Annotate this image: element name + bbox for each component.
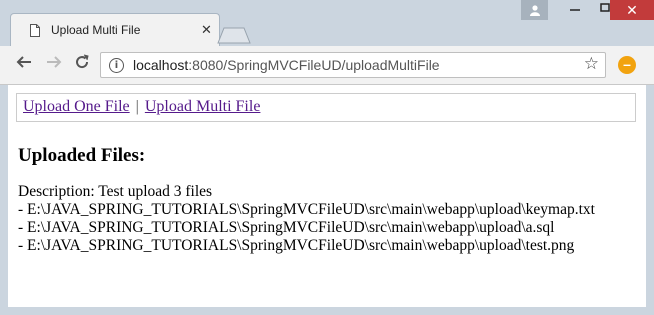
user-icon[interactable] xyxy=(521,0,548,20)
forward-icon[interactable] xyxy=(44,54,64,74)
nav-separator: | xyxy=(135,98,139,115)
browser-window: ✕ Upload Multi File ✕ i localhost:8080/S… xyxy=(0,0,654,315)
page-heading: Uploaded Files: xyxy=(18,145,146,166)
reload-icon[interactable] xyxy=(72,54,92,74)
url-path: :8080/SpringMVCFileUD/uploadMultiFile xyxy=(188,57,440,73)
page-icon xyxy=(30,24,40,37)
new-tab-button[interactable] xyxy=(217,27,251,44)
upload-one-file-link[interactable]: Upload One File xyxy=(23,98,130,115)
window-close-icon[interactable]: ✕ xyxy=(610,0,654,20)
page-viewport: Upload One File | Upload Multi File Upload… xyxy=(8,85,646,307)
page-nav: Upload One File | Upload Multi File xyxy=(16,93,636,122)
file-path-line: - E:\JAVA_SPRING_TUTORIALS\SpringMVCFile… xyxy=(18,201,595,218)
upload-results: Description: Test upload 3 files - E:\JA… xyxy=(18,183,595,255)
tab-title: Upload Multi File xyxy=(51,23,141,37)
info-icon[interactable]: i xyxy=(109,58,124,73)
upload-multi-file-link[interactable]: Upload Multi File xyxy=(145,98,261,115)
file-path-line: - E:\JAVA_SPRING_TUTORIALS\SpringMVCFile… xyxy=(18,219,555,236)
url-text: localhost:8080/SpringMVCFileUD/uploadMul… xyxy=(133,57,440,73)
file-path-line: - E:\JAVA_SPRING_TUTORIALS\SpringMVCFile… xyxy=(18,237,575,254)
address-bar[interactable]: i localhost:8080/SpringMVCFileUD/uploadM… xyxy=(100,52,606,78)
minimize-icon[interactable] xyxy=(560,0,590,20)
url-host: localhost xyxy=(133,57,189,73)
star-icon[interactable]: ☆ xyxy=(584,54,599,74)
back-icon[interactable] xyxy=(14,54,34,74)
description-line: Description: Test upload 3 files xyxy=(18,183,213,200)
tab-active[interactable]: Upload Multi File ✕ xyxy=(10,13,220,47)
extension-icon[interactable]: – xyxy=(618,56,636,74)
close-icon[interactable]: ✕ xyxy=(201,22,212,38)
toolbar: i localhost:8080/SpringMVCFileUD/uploadM… xyxy=(0,46,654,85)
